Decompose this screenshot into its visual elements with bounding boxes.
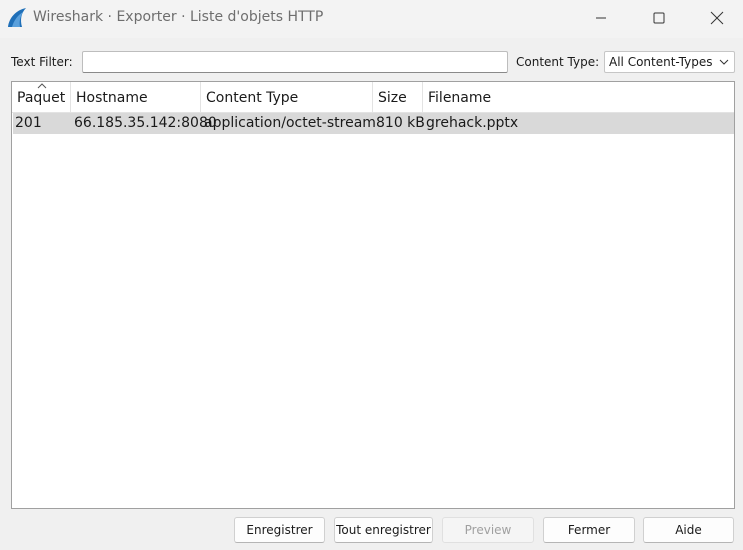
maximize-button[interactable] — [630, 0, 688, 36]
content-type-select[interactable]: All Content-Types — [604, 51, 735, 73]
column-header-hostname[interactable]: Hostname — [71, 82, 201, 113]
close-window-button[interactable] — [688, 0, 743, 36]
column-header-label: Paquet — [17, 90, 66, 106]
content-type-selected: All Content-Types — [609, 55, 713, 69]
close-button[interactable]: Fermer — [543, 517, 635, 543]
column-header-content-type[interactable]: Content Type — [201, 82, 373, 113]
column-header-label: Hostname — [76, 90, 148, 106]
column-header-label: Size — [378, 90, 407, 106]
column-header-label: Filename — [428, 90, 492, 106]
minimize-button[interactable] — [572, 0, 630, 36]
chevron-down-icon — [719, 59, 729, 65]
table-header: Paquet Hostname Content Type Size Filena… — [12, 82, 734, 113]
cell-content-type: application/octet-stream — [204, 115, 376, 131]
cell-hostname: 66.185.35.142:8080 — [74, 115, 217, 131]
column-header-paquet[interactable]: Paquet — [12, 82, 71, 113]
maximize-icon — [653, 12, 665, 24]
minimize-icon — [596, 17, 606, 19]
window-title: Wireshark · Exporter · Liste d'objets HT… — [33, 9, 324, 25]
preview-button[interactable]: Preview — [442, 517, 534, 543]
sort-ascending-icon — [37, 83, 47, 89]
objects-table[interactable]: Paquet Hostname Content Type Size Filena… — [11, 81, 735, 509]
close-icon — [710, 11, 724, 25]
text-filter-label: Text Filter: — [11, 55, 73, 69]
cell-size: 810 kB — [376, 115, 425, 131]
text-filter-input[interactable] — [82, 51, 508, 73]
cell-paquet: 201 — [15, 115, 42, 131]
table-row[interactable]: 201 66.185.35.142:8080 application/octet… — [13, 113, 734, 134]
help-button[interactable]: Aide — [643, 517, 734, 543]
cell-filename: grehack.pptx — [426, 115, 519, 131]
save-button[interactable]: Enregistrer — [234, 517, 325, 543]
column-header-filename[interactable]: Filename — [423, 82, 734, 113]
column-header-label: Content Type — [206, 90, 299, 106]
wireshark-fin-icon — [8, 8, 26, 27]
content-type-label: Content Type: — [516, 55, 600, 69]
save-all-button[interactable]: Tout enregistrer — [334, 517, 433, 543]
title-bar: Wireshark · Exporter · Liste d'objets HT… — [0, 0, 743, 38]
column-header-size[interactable]: Size — [373, 82, 423, 113]
